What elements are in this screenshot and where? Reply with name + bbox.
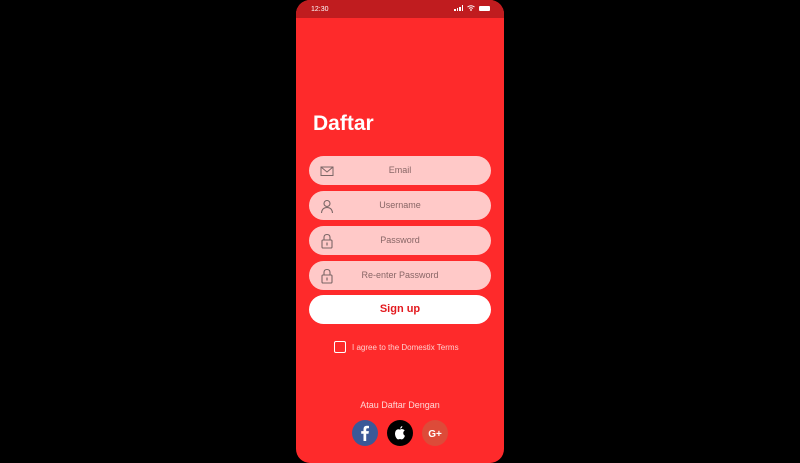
google-plus-button[interactable]: G+ xyxy=(422,420,448,446)
phone-screen: 12:30 Daftar Email Username Password Re-… xyxy=(296,0,504,463)
status-icons xyxy=(454,5,490,11)
apple-button[interactable] xyxy=(387,420,413,446)
facebook-button[interactable] xyxy=(352,420,378,446)
apple-icon xyxy=(395,426,405,440)
signal-icon xyxy=(454,5,463,11)
email-placeholder: Email xyxy=(388,165,412,175)
password-placeholder: Password xyxy=(380,235,420,245)
battery-icon xyxy=(479,5,490,11)
terms-label: I agree to the Domestix Terms xyxy=(352,342,459,352)
email-field[interactable]: Email xyxy=(309,156,491,185)
alternative-signup-heading: Atau Daftar Dengan xyxy=(360,400,440,410)
sign-up-button[interactable]: Sign up xyxy=(309,295,491,324)
google-plus-icon: G+ xyxy=(428,429,442,440)
status-time: 12:30 xyxy=(311,6,329,13)
svg-text:G+: G+ xyxy=(428,429,442,440)
terms-checkbox[interactable] xyxy=(334,341,346,353)
wifi-icon xyxy=(467,5,475,11)
facebook-icon xyxy=(361,425,369,441)
password-field[interactable]: Password xyxy=(309,226,491,255)
username-field[interactable]: Username xyxy=(309,191,491,220)
reenter-password-placeholder: Re-enter Password xyxy=(361,270,439,280)
reenter-password-field[interactable]: Re-enter Password xyxy=(309,261,491,290)
username-placeholder: Username xyxy=(379,200,421,210)
terms-agreement: I agree to the Domestix Terms xyxy=(334,341,459,353)
status-bar: 12:30 xyxy=(296,0,504,18)
page-title: Daftar xyxy=(313,112,374,135)
